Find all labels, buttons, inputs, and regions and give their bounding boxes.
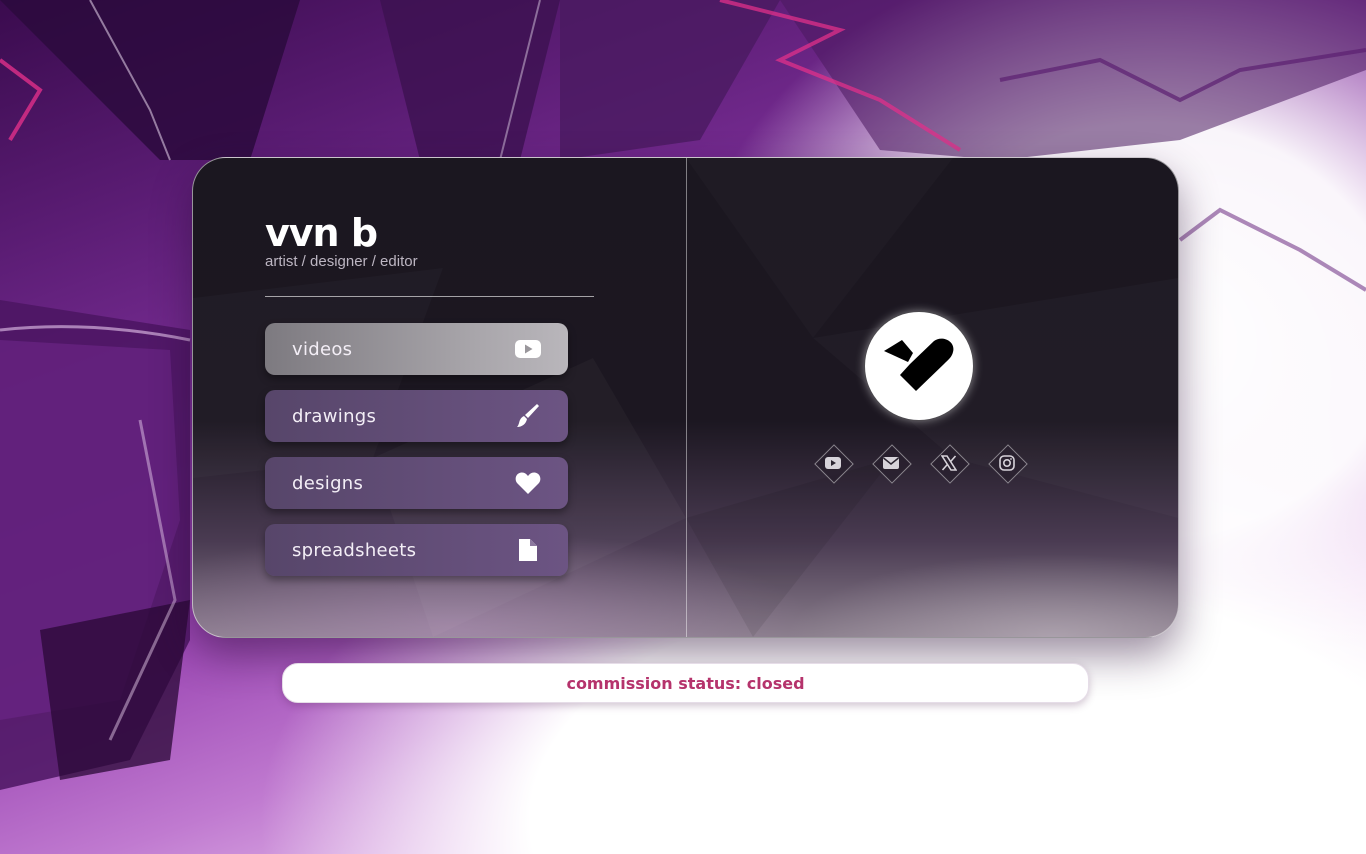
- youtube-link[interactable]: [814, 444, 852, 482]
- spreadsheets-label: spreadsheets: [292, 539, 417, 561]
- instagram-icon: [999, 455, 1015, 471]
- designs-label: designs: [292, 472, 364, 494]
- email-link[interactable]: [872, 444, 910, 482]
- heart-logo-icon: [884, 338, 954, 391]
- logo-avatar: [865, 312, 973, 420]
- file-icon: [515, 537, 541, 563]
- drawings-button[interactable]: drawings: [265, 390, 568, 442]
- card-divider: [686, 158, 687, 637]
- paintbrush-icon: [515, 403, 541, 429]
- designs-button[interactable]: designs: [265, 457, 568, 509]
- commission-status-text: commission status: closed: [566, 673, 805, 693]
- nav-menu: videos drawings designs spreadsheets: [265, 323, 595, 576]
- profile-tagline: artist / designer / editor: [265, 253, 418, 270]
- envelope-icon: [883, 457, 899, 469]
- videos-button[interactable]: videos: [265, 323, 568, 375]
- social-links: [814, 444, 1026, 482]
- drawings-label: drawings: [292, 405, 377, 427]
- profile-card: vvn b artist / designer / editor videos …: [192, 157, 1179, 638]
- youtube-icon: [515, 336, 541, 362]
- commission-status-bar: commission status: closed: [282, 663, 1089, 703]
- heart-icon: [515, 470, 541, 496]
- videos-label: videos: [292, 338, 353, 360]
- section-divider: [265, 296, 594, 297]
- profile-section: vvn b artist / designer / editor videos …: [265, 210, 595, 576]
- profile-name: vvn b: [265, 211, 378, 255]
- spreadsheets-button[interactable]: spreadsheets: [265, 524, 568, 576]
- instagram-link[interactable]: [988, 444, 1026, 482]
- x-icon: [941, 455, 957, 471]
- x-link[interactable]: [930, 444, 968, 482]
- youtube-icon: [825, 457, 841, 469]
